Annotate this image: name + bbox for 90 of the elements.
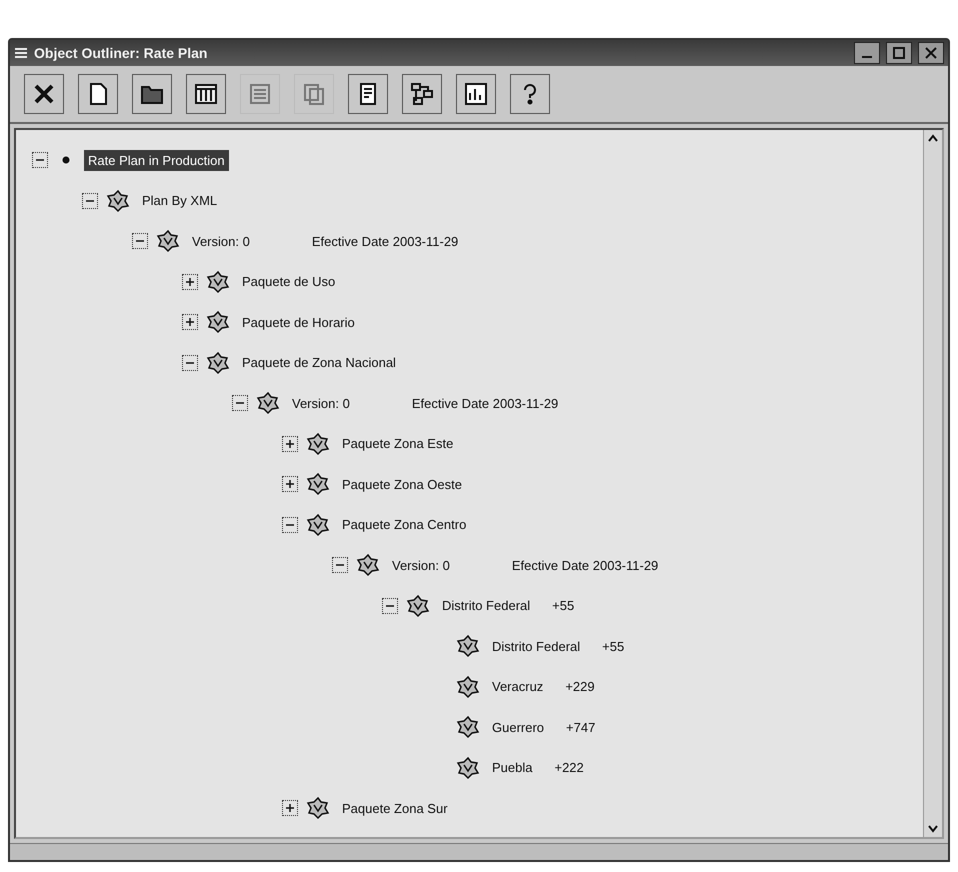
expand-toggle[interactable] <box>182 314 198 330</box>
object-icon <box>156 229 180 254</box>
close-button[interactable] <box>918 42 944 64</box>
tree-item[interactable]: Version: 0 <box>188 230 254 252</box>
minus-icon <box>186 362 194 364</box>
toolbar-button[interactable] <box>348 74 388 114</box>
item-detail: +222 <box>554 760 584 776</box>
scroll-bar[interactable] <box>923 130 942 837</box>
tree-item[interactable]: Paquete de Uso <box>238 271 340 292</box>
pages-icon <box>301 81 327 107</box>
minus-icon <box>386 604 394 607</box>
tree-item[interactable]: Distrito Federal <box>488 636 584 657</box>
minus-icon <box>236 402 244 404</box>
collapse-toggle[interactable] <box>232 395 248 412</box>
plus-icon <box>286 480 294 488</box>
toolbar-button[interactable] <box>78 74 118 114</box>
collapse-toggle[interactable] <box>32 152 48 168</box>
object-icon <box>256 391 280 416</box>
object-icon <box>456 674 480 699</box>
object-icon <box>456 756 480 780</box>
plus-icon <box>286 440 294 448</box>
expand-toggle[interactable] <box>282 476 298 492</box>
object-icon <box>206 350 230 375</box>
object-icon <box>306 796 330 820</box>
minus-icon <box>86 200 94 202</box>
object-icon <box>306 432 330 456</box>
tree-item[interactable]: Version: 0 <box>388 554 454 576</box>
item-detail: +55 <box>552 598 574 614</box>
tree-item[interactable]: Paquete Zona Oeste <box>338 474 466 495</box>
tree-item[interactable]: Distrito Federal <box>438 595 534 616</box>
plus-icon <box>186 318 194 326</box>
tree-item[interactable]: Paquete Zona Sur <box>338 798 452 819</box>
object-icon <box>306 472 330 496</box>
toolbar-button[interactable] <box>510 74 550 114</box>
toolbar-button[interactable] <box>24 74 64 114</box>
window-title: Object Outliner: Rate Plan <box>34 45 208 61</box>
item-detail: +229 <box>565 679 595 694</box>
diagram-icon <box>409 81 435 107</box>
grid-icon <box>193 81 219 107</box>
toolbar-button[interactable] <box>456 74 496 114</box>
object-icon <box>456 634 480 658</box>
object-icon <box>206 270 230 294</box>
tree-item[interactable]: Guerrero <box>488 716 548 738</box>
item-detail: +747 <box>566 720 596 735</box>
minimize-icon <box>862 56 872 58</box>
outline-icon <box>14 47 28 59</box>
tree-item[interactable]: Paquete de Horario <box>238 312 359 333</box>
object-icon <box>106 188 130 213</box>
object-icon <box>206 310 230 334</box>
collapse-toggle[interactable] <box>282 516 298 533</box>
tree-item[interactable]: Paquete Zona Centro <box>338 514 470 536</box>
minus-icon <box>336 564 344 566</box>
collapse-toggle[interactable] <box>132 233 148 250</box>
object-icon <box>406 594 430 618</box>
toolbar-button[interactable] <box>186 74 226 114</box>
tree-item[interactable]: Veracruz <box>488 676 548 698</box>
expand-toggle[interactable] <box>182 274 198 290</box>
tree-item[interactable]: Paquete de Zona Nacional <box>238 352 400 374</box>
tree-item[interactable]: Version: 0 <box>288 392 354 414</box>
expand-toggle[interactable] <box>282 436 298 452</box>
tree-item[interactable]: Rate Plan in Production <box>84 150 229 171</box>
toolbar-button[interactable] <box>132 74 172 114</box>
tree-item[interactable]: Puebla <box>488 757 536 778</box>
object-icon <box>356 553 380 578</box>
list-icon <box>247 81 273 107</box>
minus-icon <box>286 524 294 526</box>
object-icon <box>456 715 480 740</box>
plus-icon <box>286 804 294 812</box>
object-icon <box>306 512 330 537</box>
minus-icon <box>136 240 144 242</box>
item-detail: +55 <box>602 638 624 654</box>
maximize-icon <box>893 47 905 59</box>
minimize-button[interactable] <box>854 42 880 64</box>
chart-icon <box>463 81 489 107</box>
collapse-toggle[interactable] <box>182 354 198 371</box>
collapse-toggle[interactable] <box>332 557 348 574</box>
item-detail: Efective Date 2003-11-29 <box>512 558 658 573</box>
item-detail: Efective Date 2003-11-29 <box>312 234 458 249</box>
plus-icon <box>186 278 194 286</box>
tree-item[interactable]: Plan By XML <box>138 190 222 212</box>
item-detail: Efective Date 2003-11-29 <box>412 396 558 411</box>
collapse-toggle[interactable] <box>82 192 98 209</box>
maximize-button[interactable] <box>886 42 912 64</box>
tree-item[interactable]: Paquete Zona Este <box>338 433 458 454</box>
toolbar-button[interactable] <box>402 74 442 114</box>
close-icon <box>925 47 937 59</box>
minus-icon <box>36 159 44 162</box>
collapse-toggle[interactable] <box>382 598 398 614</box>
dot-icon <box>62 156 70 164</box>
expand-toggle[interactable] <box>282 800 298 816</box>
